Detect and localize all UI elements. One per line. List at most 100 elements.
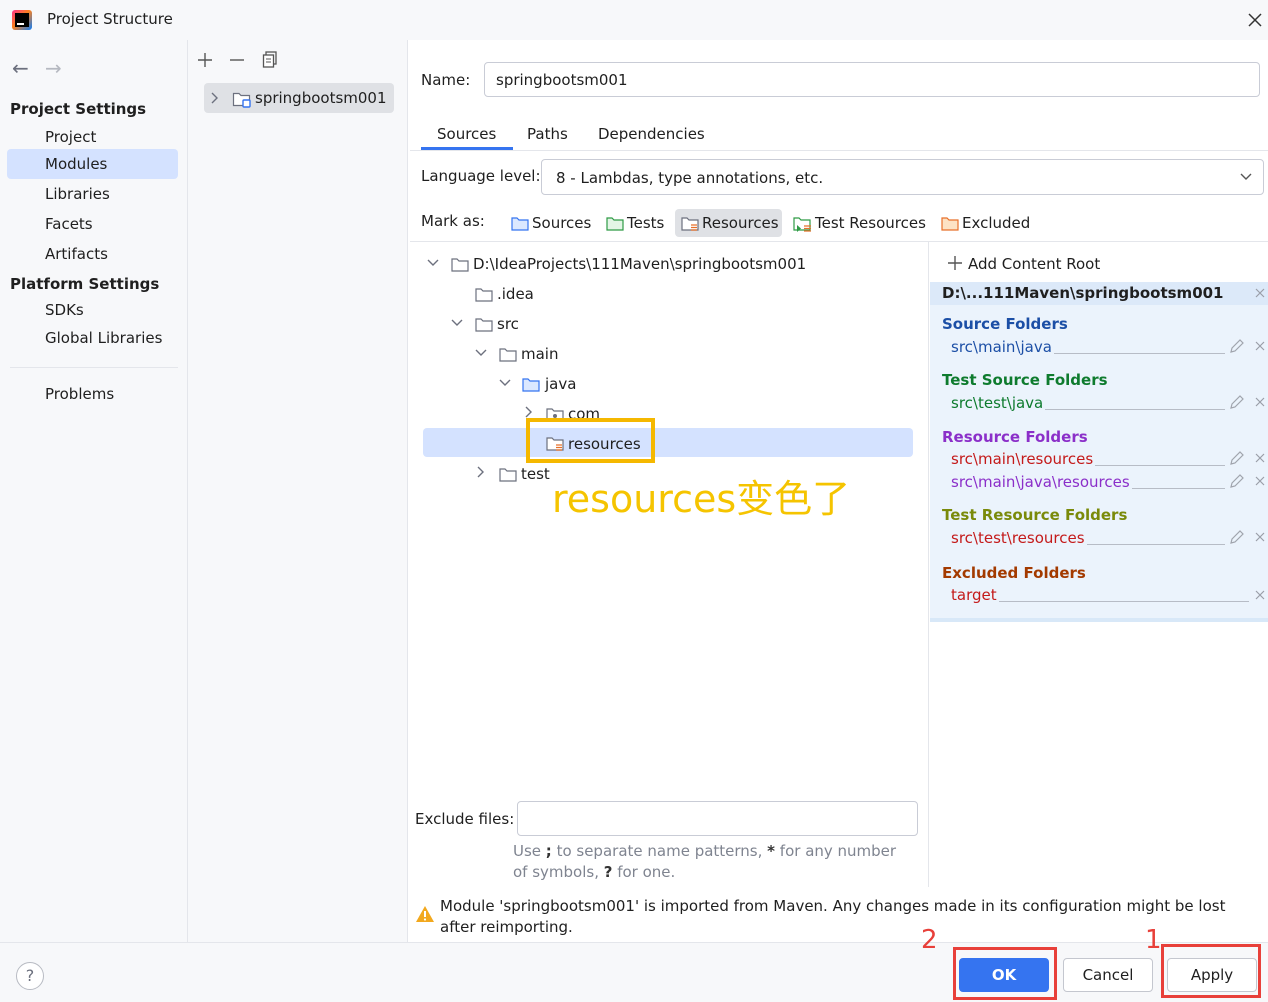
remove-folder-icon[interactable] xyxy=(1255,397,1265,407)
step-mark-ok: 2 xyxy=(921,925,938,955)
nav-item-sdks[interactable]: SDKs xyxy=(45,301,84,319)
mark-excluded-label[interactable]: Excluded xyxy=(962,214,1030,232)
nav-item-libraries[interactable]: Libraries xyxy=(45,185,110,203)
mark-as-label: Mark as: xyxy=(421,212,485,230)
edit-pencil-icon[interactable] xyxy=(1229,394,1245,410)
mark-test-resources-label[interactable]: Test Resources xyxy=(815,214,926,232)
tree-root-label[interactable]: D:\IdeaProjects\111Maven\springbootsm001 xyxy=(473,255,806,273)
edit-pencil-icon[interactable] xyxy=(1229,338,1245,354)
java-source-folder-icon xyxy=(522,376,540,392)
add-icon[interactable] xyxy=(197,52,213,68)
excluded-folder-icon xyxy=(941,215,959,231)
project-settings-header: Project Settings xyxy=(10,100,147,118)
back-arrow-icon[interactable]: ← xyxy=(12,56,29,80)
name-label: Name: xyxy=(421,71,471,89)
module-list-panel xyxy=(188,40,408,942)
nav-item-project[interactable]: Project xyxy=(45,128,96,146)
main-folder-icon xyxy=(499,346,517,362)
remove-folder-icon[interactable] xyxy=(1255,476,1265,486)
tree-chevron-right-icon[interactable] xyxy=(475,465,485,479)
app-logo-icon xyxy=(12,10,32,30)
tree-resources-label[interactable]: resources xyxy=(568,435,641,453)
cancel-button[interactable]: Cancel xyxy=(1063,958,1153,992)
annotation-text: resources变色了 xyxy=(552,477,851,521)
title-bar: Project Structure xyxy=(0,0,1268,40)
root-folder-icon xyxy=(451,256,469,272)
tree-chevron-down-icon[interactable] xyxy=(426,258,440,268)
source-folder-path: src\main\java xyxy=(951,338,1054,356)
remove-folder-icon[interactable] xyxy=(1255,453,1265,463)
language-level-label: Language level: xyxy=(421,167,541,185)
module-name-input[interactable] xyxy=(484,62,1260,97)
add-content-root-plus-icon[interactable] xyxy=(947,255,963,271)
nav-item-modules[interactable]: Modules xyxy=(45,155,107,173)
tab-sources[interactable]: Sources xyxy=(437,125,496,143)
edit-pencil-icon[interactable] xyxy=(1229,529,1245,545)
nav-item-artifacts[interactable]: Artifacts xyxy=(45,245,108,263)
maven-warning-text: Module 'springbootsm001' is imported fro… xyxy=(440,897,1226,936)
resources-folder-icon xyxy=(546,435,564,451)
nav-divider xyxy=(10,367,178,368)
remove-content-root-icon[interactable] xyxy=(1255,288,1265,298)
remove-folder-icon[interactable] xyxy=(1255,532,1265,542)
tree-selected-row[interactable] xyxy=(423,428,913,457)
idea-folder-icon xyxy=(475,286,493,302)
tree-idea-label[interactable]: .idea xyxy=(497,285,534,303)
tree-main-label[interactable]: main xyxy=(521,345,558,363)
module-folder-icon xyxy=(232,90,252,108)
platform-settings-header: Platform Settings xyxy=(10,275,160,293)
sources-folder-icon xyxy=(511,215,529,231)
source-folders-title: Source Folders xyxy=(942,315,1068,333)
resources-folder-icon xyxy=(681,215,699,231)
step-mark-apply: 1 xyxy=(1145,925,1162,955)
edit-pencil-icon[interactable] xyxy=(1229,473,1245,489)
mark-sources-label[interactable]: Sources xyxy=(532,214,591,232)
excluded-folder-path: target xyxy=(951,586,999,604)
close-icon[interactable] xyxy=(1247,12,1263,28)
edit-pencil-icon[interactable] xyxy=(1229,450,1245,466)
tree-chevron-down-icon[interactable] xyxy=(474,348,488,358)
forward-arrow-icon[interactable]: → xyxy=(45,56,62,80)
tab-bar-divider xyxy=(410,150,1268,151)
nav-item-problems[interactable]: Problems xyxy=(45,385,114,403)
tree-src-label[interactable]: src xyxy=(497,315,519,333)
tab-dependencies[interactable]: Dependencies xyxy=(598,125,705,143)
content-root-path: D:\...111Maven\springbootsm001 xyxy=(942,284,1224,302)
remove-folder-icon[interactable] xyxy=(1255,341,1265,351)
mark-resources-label[interactable]: Resources xyxy=(702,214,779,232)
chevron-right-icon[interactable] xyxy=(209,91,219,105)
help-icon: ? xyxy=(25,966,35,985)
tree-chevron-down-icon[interactable] xyxy=(450,318,464,328)
tab-paths[interactable]: Paths xyxy=(527,125,568,143)
test-source-folder-path: src\test\java xyxy=(951,394,1046,412)
resource-folders-title: Resource Folders xyxy=(942,428,1088,446)
apply-button[interactable]: Apply xyxy=(1167,958,1257,992)
resource-folder-path: src\main\java\resources xyxy=(951,473,1132,491)
tree-java-label[interactable]: java xyxy=(545,375,576,393)
tests-folder-icon xyxy=(606,215,624,231)
excluded-folders-title: Excluded Folders xyxy=(942,564,1086,582)
help-button[interactable]: ? xyxy=(16,962,44,990)
test-resources-folder-icon xyxy=(793,215,813,233)
exclude-files-input[interactable] xyxy=(517,801,918,836)
ok-button[interactable]: OK xyxy=(959,958,1049,992)
chevron-down-icon[interactable] xyxy=(1239,172,1253,182)
copy-icon[interactable] xyxy=(262,51,278,69)
nav-item-global-libraries[interactable]: Global Libraries xyxy=(45,329,162,347)
resource-folder-path: src\main\resources xyxy=(951,450,1096,468)
tree-chevron-down-icon[interactable] xyxy=(498,378,512,388)
test-resource-folders-title: Test Resource Folders xyxy=(942,506,1128,524)
window-title: Project Structure xyxy=(47,10,173,28)
test-source-folders-title: Test Source Folders xyxy=(942,371,1108,389)
language-level-value: 8 - Lambdas, type annotations, etc. xyxy=(556,169,824,187)
remove-folder-icon[interactable] xyxy=(1255,590,1265,600)
tree-chevron-right-icon[interactable] xyxy=(523,405,533,419)
nav-item-facets[interactable]: Facets xyxy=(45,215,93,233)
mark-tests-label[interactable]: Tests xyxy=(627,214,664,232)
test-resource-folder-path: src\test\resources xyxy=(951,529,1087,547)
tree-test-label[interactable]: test xyxy=(521,465,550,483)
remove-icon[interactable] xyxy=(229,52,245,68)
src-folder-icon xyxy=(475,316,493,332)
module-list-label[interactable]: springbootsm001 xyxy=(255,89,387,107)
add-content-root-link[interactable]: Add Content Root xyxy=(968,255,1100,273)
